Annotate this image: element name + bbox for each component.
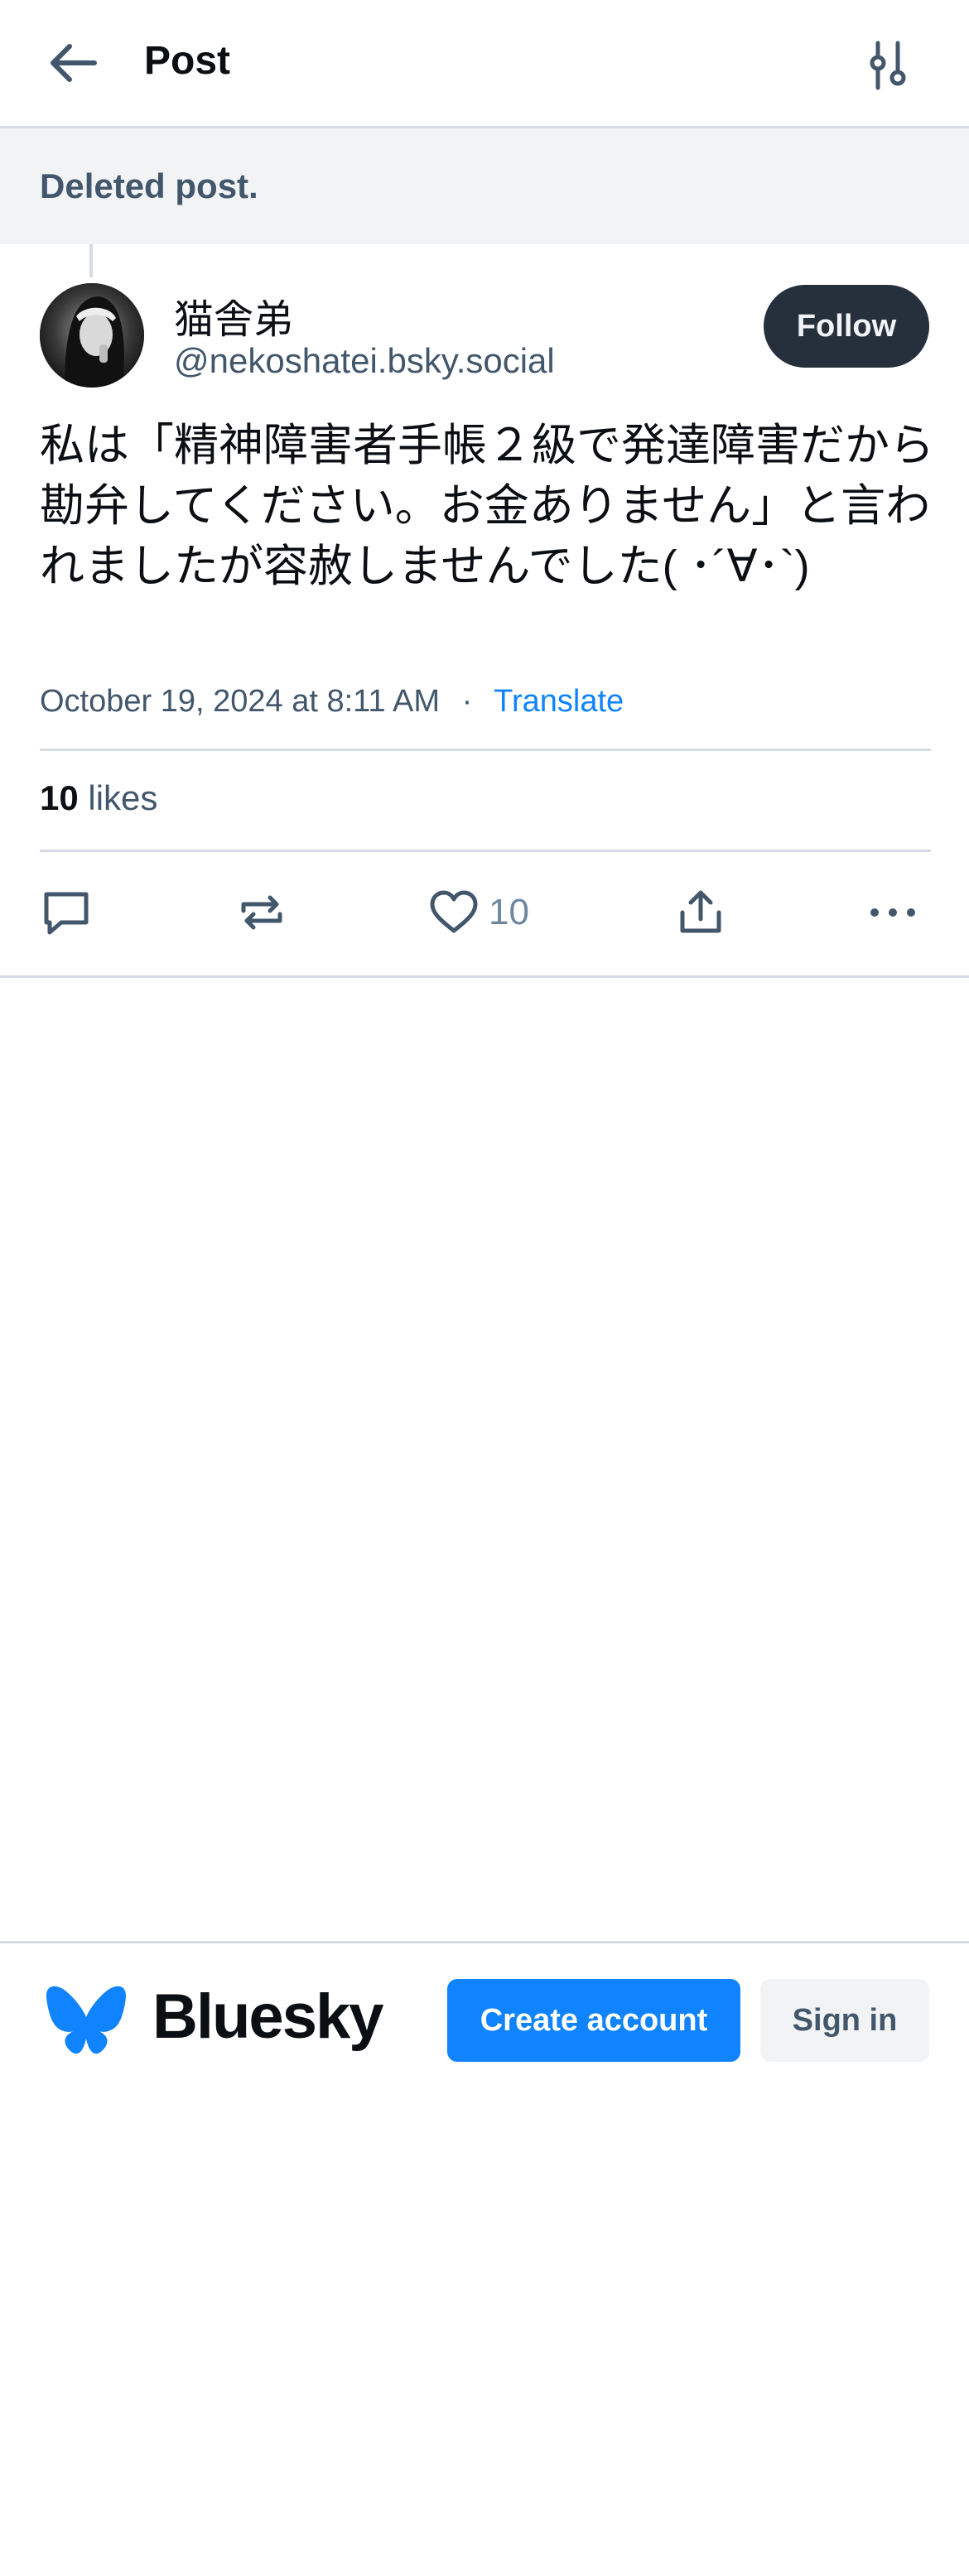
create-account-button[interactable]: Create account bbox=[447, 1979, 740, 2062]
share-button[interactable] bbox=[674, 881, 727, 944]
bluesky-butterfly-icon bbox=[45, 1984, 128, 2057]
top-bar: Post bbox=[0, 0, 969, 128]
post-timestamp: October 19, 2024 at 8:11 AM bbox=[40, 684, 441, 719]
author-handle[interactable]: @nekoshatei.bsky.social bbox=[174, 341, 555, 381]
repost-icon bbox=[241, 895, 282, 930]
divider bbox=[40, 850, 931, 852]
bluesky-wordmark: Bluesky bbox=[152, 1981, 383, 2052]
speech-bubble-icon bbox=[44, 892, 89, 935]
repost-button[interactable] bbox=[235, 881, 288, 944]
likes-summary[interactable]: 10 likes bbox=[40, 778, 157, 818]
post-bottom-border bbox=[0, 975, 969, 978]
reply-button[interactable] bbox=[40, 881, 93, 944]
likes-label: likes bbox=[88, 778, 158, 817]
follow-button[interactable]: Follow bbox=[764, 285, 929, 368]
avatar[interactable] bbox=[40, 283, 144, 388]
author-display-name[interactable]: 猫舎弟 bbox=[174, 286, 293, 344]
ellipsis-icon bbox=[870, 908, 915, 917]
post-text: 私は「精神障害者手帳２級で発達障害だから勘弁してください。お金ありません」と言わ… bbox=[40, 421, 934, 591]
deleted-parent-post: Deleted post. bbox=[0, 128, 969, 244]
like-button[interactable]: 10 bbox=[427, 881, 529, 944]
back-button[interactable] bbox=[41, 36, 108, 89]
likes-count: 10 bbox=[40, 778, 79, 817]
divider bbox=[40, 749, 931, 751]
like-count: 10 bbox=[489, 892, 529, 932]
settings-button[interactable] bbox=[858, 36, 918, 96]
translate-link[interactable]: Translate bbox=[494, 684, 624, 719]
sliders-icon bbox=[870, 41, 906, 90]
thread-connector-line bbox=[89, 244, 93, 277]
post-meta: October 19, 2024 at 8:11 AM · Translate bbox=[40, 684, 624, 720]
avatar-image bbox=[40, 283, 144, 388]
meta-separator: · bbox=[461, 684, 473, 719]
share-icon bbox=[680, 890, 721, 933]
sign-in-button[interactable]: Sign in bbox=[760, 1979, 929, 2062]
page-title: Post bbox=[144, 39, 231, 83]
deleted-post-label: Deleted post. bbox=[40, 166, 258, 205]
arrow-left-icon bbox=[51, 44, 97, 82]
more-options-button[interactable] bbox=[866, 881, 919, 944]
heart-icon bbox=[430, 890, 478, 933]
footer-top-border bbox=[0, 1941, 969, 1943]
